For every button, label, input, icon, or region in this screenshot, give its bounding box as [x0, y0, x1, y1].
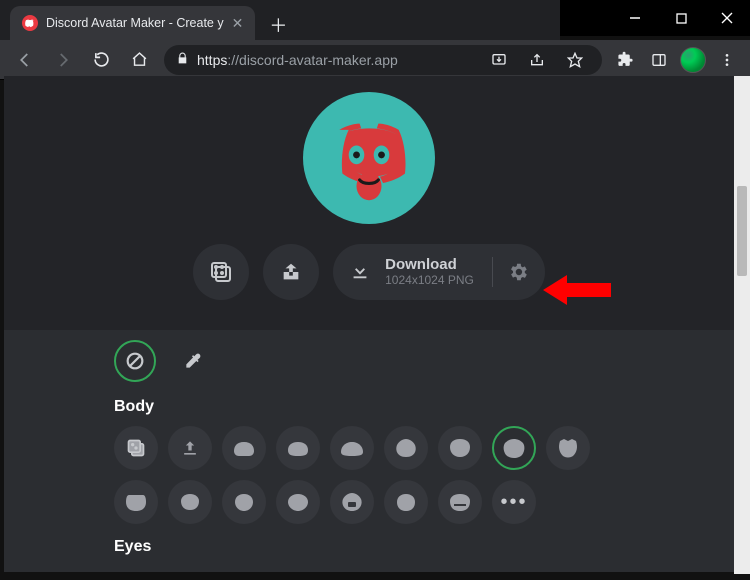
- section-title-body: Body: [114, 398, 624, 416]
- browser-tab[interactable]: Discord Avatar Maker - Create y ✕: [10, 6, 255, 40]
- avatar-hero: Download 1024x1024 PNG: [4, 76, 734, 330]
- nav-back-icon[interactable]: [8, 43, 42, 77]
- install-app-icon[interactable]: [484, 45, 514, 75]
- body-option-shape[interactable]: [330, 480, 374, 524]
- eyedropper-button[interactable]: [172, 340, 214, 382]
- body-option-shape[interactable]: [438, 480, 482, 524]
- section-title-eyes: Eyes: [114, 538, 624, 556]
- body-options-grid: •••: [114, 426, 624, 524]
- more-icon: •••: [500, 491, 527, 514]
- body-option-shape[interactable]: [114, 480, 158, 524]
- eyedropper-icon: [183, 351, 203, 371]
- page-viewport: Download 1024x1024 PNG Body: [4, 76, 734, 572]
- url-share-icon[interactable]: [522, 45, 552, 75]
- body-option-shape[interactable]: [276, 480, 320, 524]
- gear-icon: [507, 261, 529, 283]
- body-option-selected[interactable]: [492, 426, 536, 470]
- download-text: Download 1024x1024 PNG: [385, 257, 474, 287]
- home-icon[interactable]: [122, 43, 156, 77]
- body-option-shape[interactable]: [384, 480, 428, 524]
- reload-icon[interactable]: [84, 43, 118, 77]
- url-text: https://discord-avatar-maker.app: [197, 52, 398, 68]
- randomize-button[interactable]: [193, 244, 249, 300]
- new-tab-button[interactable]: ＋: [263, 10, 293, 40]
- body-option-upload[interactable]: [168, 426, 212, 470]
- dice-icon: [126, 438, 146, 458]
- separator: [492, 257, 493, 287]
- body-option-shape[interactable]: [546, 426, 590, 470]
- customizer-panel: Body ••• Eyes: [4, 330, 734, 556]
- browser-menu-icon[interactable]: [712, 45, 742, 75]
- avatar-preview[interactable]: [303, 92, 435, 224]
- body-option-shape[interactable]: [330, 426, 374, 470]
- bookmark-star-icon[interactable]: [560, 45, 590, 75]
- scrollbar-thumb[interactable]: [737, 186, 747, 276]
- extensions-icon[interactable]: [610, 45, 640, 75]
- body-option-shape[interactable]: [222, 480, 266, 524]
- body-option-shape[interactable]: [168, 480, 212, 524]
- body-option-shape[interactable]: [276, 426, 320, 470]
- nav-forward-icon: [46, 43, 80, 77]
- lock-icon: [176, 52, 189, 68]
- body-option-shape[interactable]: [438, 426, 482, 470]
- dice-icon: [209, 260, 233, 284]
- window-close[interactable]: [704, 0, 750, 36]
- tab-close-icon[interactable]: ✕: [232, 15, 244, 32]
- download-settings-button[interactable]: [507, 261, 529, 283]
- window-minimize[interactable]: [612, 0, 658, 36]
- download-button[interactable]: Download 1024x1024 PNG: [333, 244, 545, 300]
- body-option-shape[interactable]: [384, 426, 428, 470]
- upload-icon: [180, 438, 200, 458]
- tab-strip: Discord Avatar Maker - Create y ✕ ＋: [0, 0, 560, 40]
- color-tools: [114, 340, 624, 382]
- tab-title: Discord Avatar Maker - Create y: [46, 16, 224, 30]
- page-scrollbar[interactable]: [734, 76, 750, 574]
- window-maximize[interactable]: [658, 0, 704, 36]
- download-icon: [349, 259, 371, 286]
- share-button[interactable]: [263, 244, 319, 300]
- no-color-button[interactable]: [114, 340, 156, 382]
- hero-actions: Download 1024x1024 PNG: [193, 244, 545, 300]
- body-option-more[interactable]: •••: [492, 480, 536, 524]
- address-bar[interactable]: https://discord-avatar-maker.app: [164, 45, 602, 75]
- browser-toolbar: https://discord-avatar-maker.app: [0, 40, 750, 80]
- sidepanel-icon[interactable]: [644, 45, 674, 75]
- profile-avatar[interactable]: [678, 45, 708, 75]
- body-option-random[interactable]: [114, 426, 158, 470]
- favicon-icon: [22, 15, 38, 31]
- share-icon: [280, 261, 302, 283]
- no-color-icon: [124, 350, 146, 372]
- body-option-shape[interactable]: [222, 426, 266, 470]
